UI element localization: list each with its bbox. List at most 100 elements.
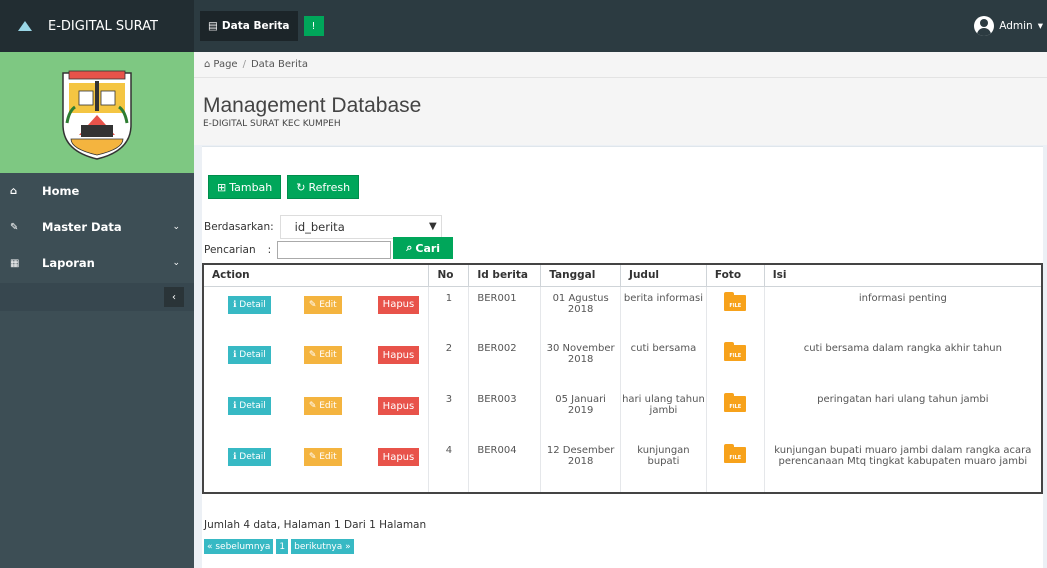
- edit-button[interactable]: ✎ Edit: [303, 295, 342, 314]
- toolbar: ⊞ Tambah ↻ Refresh: [208, 175, 360, 199]
- breadcrumb-root[interactable]: Page: [213, 59, 237, 70]
- detail-label: Detail: [239, 401, 266, 411]
- edit-icon: ✎: [308, 401, 317, 411]
- breadcrumb: ⌂ Page / Data Berita: [194, 52, 1047, 78]
- top-nav: ▤ Data Berita !: [194, 0, 324, 52]
- col-header-id: Id berita: [468, 263, 542, 287]
- cell-isi: cuti bersama dalam rangka akhir tahun: [763, 337, 1043, 388]
- chevron-left-icon: ‹: [172, 291, 176, 303]
- edit-label: Edit: [319, 401, 337, 411]
- action-cell: ℹ Detail ✎ Edit Hapus: [202, 439, 430, 494]
- edit-label: Edit: [319, 299, 337, 310]
- nav-info-button[interactable]: !: [303, 16, 324, 36]
- col-header-foto: Foto: [705, 263, 765, 287]
- action-cell: ℹ Detail ✎ Edit Hapus: [202, 286, 430, 337]
- file-badge-label: FILE: [729, 455, 742, 461]
- file-icon[interactable]: FILE: [724, 342, 747, 361]
- info-icon: ℹ: [233, 350, 237, 360]
- detail-button[interactable]: ℹ Detail: [228, 346, 271, 364]
- sidebar-item-home[interactable]: ⌂ Home: [0, 173, 194, 209]
- cell-no: 2: [428, 337, 470, 388]
- edit-icon: ✎: [308, 350, 317, 360]
- edit-label: Edit: [319, 452, 337, 462]
- edit-button[interactable]: ✎ Edit: [303, 346, 342, 364]
- file-badge-label: FILE: [729, 353, 742, 359]
- cell-no: 1: [428, 286, 470, 337]
- user-menu[interactable]: Admin ▾: [974, 0, 1043, 52]
- calendar-icon: ▦: [10, 257, 20, 269]
- cell-isi: peringatan hari ulang tahun jambi: [763, 388, 1043, 439]
- refresh-label: Refresh: [308, 180, 351, 194]
- content-box: ⊞ Tambah ↻ Refresh Berdasarkan: id_berit…: [202, 146, 1043, 568]
- data-table: Action No Id berita Tanggal Judul Foto I…: [202, 263, 1043, 494]
- cell-no: 4: [428, 439, 470, 494]
- sidebar-item-label: Master Data: [42, 220, 122, 234]
- detail-button[interactable]: ℹ Detail: [228, 295, 271, 314]
- sidebar-item-label: Home: [42, 184, 80, 198]
- edit-icon: ✎: [10, 221, 19, 233]
- cell-id: BER002: [468, 337, 542, 388]
- hapus-button[interactable]: Hapus: [377, 295, 420, 314]
- nav-data-berita[interactable]: ▤ Data Berita: [200, 11, 298, 41]
- page-title: Management Database: [203, 94, 422, 117]
- file-icon[interactable]: FILE: [724, 444, 747, 463]
- avatar: [974, 16, 995, 36]
- info-icon: ℹ: [233, 401, 237, 411]
- info-icon: ℹ: [233, 299, 237, 310]
- hapus-button[interactable]: Hapus: [377, 448, 420, 466]
- cell-judul: berita informasi: [620, 286, 707, 337]
- caret-down-icon: ▼: [428, 221, 437, 232]
- tambah-button[interactable]: ⊞ Tambah: [208, 175, 282, 199]
- cell-foto: FILE: [705, 439, 765, 494]
- sidebar-item-master-data[interactable]: ✎ Master Data ⌄: [0, 209, 194, 245]
- cell-no: 3: [428, 388, 470, 439]
- sidebar-item-label: Laporan: [42, 256, 95, 270]
- user-name: Admin: [999, 20, 1033, 32]
- page-1-button[interactable]: 1: [276, 539, 289, 554]
- home-icon: ⌂: [204, 59, 211, 70]
- cell-id: BER003: [468, 388, 542, 439]
- table-row: ℹ Detail ✎ Edit Hapus 4 BER004 12 Desemb…: [202, 439, 1043, 494]
- nav-data-berita-label: Data Berita: [221, 20, 290, 32]
- hapus-button[interactable]: Hapus: [377, 346, 420, 364]
- page-subtitle: E-DIGITAL SURAT KEC KUMPEH: [203, 119, 341, 129]
- detail-label: Detail: [239, 452, 266, 462]
- col-header-action: Action: [202, 263, 430, 287]
- edit-button[interactable]: ✎ Edit: [303, 397, 342, 415]
- info-icon: !: [311, 20, 316, 32]
- sidebar-collapse-button[interactable]: ‹: [164, 287, 184, 307]
- filter-by-label: Berdasarkan:: [204, 221, 274, 233]
- refresh-button[interactable]: ↻ Refresh: [287, 175, 360, 199]
- edit-button[interactable]: ✎ Edit: [303, 448, 342, 466]
- app-title: E-DIGITAL SURAT: [48, 18, 158, 34]
- action-cell: ℹ Detail ✎ Edit Hapus: [202, 337, 430, 388]
- next-page-button[interactable]: berikutnya »: [291, 539, 354, 554]
- prev-page-button[interactable]: « sebelumnya: [204, 539, 274, 554]
- detail-button[interactable]: ℹ Detail: [228, 448, 271, 466]
- hapus-button[interactable]: Hapus: [377, 397, 420, 415]
- table-row: ℹ Detail ✎ Edit Hapus 1 BER001 01 Agustu…: [202, 286, 1043, 337]
- search-input[interactable]: [277, 241, 392, 259]
- search-button-label: Cari: [415, 241, 441, 255]
- search-label: Pencarian: [204, 244, 256, 256]
- search-button[interactable]: ⌕ Cari: [393, 237, 454, 259]
- file-icon[interactable]: FILE: [724, 393, 747, 412]
- col-header-isi: Isi: [763, 263, 1043, 287]
- sidebar-item-laporan[interactable]: ▦ Laporan ⌄: [0, 245, 194, 281]
- edit-icon: ✎: [308, 299, 317, 310]
- file-icon[interactable]: FILE: [724, 291, 747, 311]
- logo-icon: [18, 21, 34, 31]
- pagination-info: Jumlah 4 data, Halaman 1 Dari 1 Halaman: [204, 519, 427, 531]
- file-badge-label: FILE: [729, 302, 742, 309]
- brand[interactable]: E-DIGITAL SURAT: [0, 0, 194, 52]
- chevron-down-icon: ⌄: [172, 222, 180, 232]
- cell-foto: FILE: [705, 388, 765, 439]
- sidebar: ⌂ Home ✎ Master Data ⌄ ▦ Laporan ⌄ ‹: [0, 52, 194, 568]
- detail-button[interactable]: ℹ Detail: [228, 397, 271, 415]
- filter-by-select[interactable]: id_berita ▼: [279, 215, 442, 239]
- cell-judul: cuti bersama: [620, 337, 707, 388]
- cell-judul: hari ulang tahun jambi: [620, 388, 707, 439]
- breadcrumb-current: Data Berita: [250, 59, 308, 70]
- page-header: Management Database E-DIGITAL SURAT KEC …: [194, 78, 1047, 145]
- document-icon: ▤: [208, 20, 218, 32]
